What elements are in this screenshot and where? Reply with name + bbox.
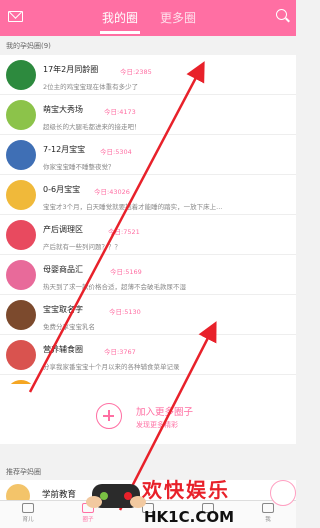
watermark-url: HK1C.COM — [144, 508, 235, 526]
recommended-name: 学前教育 — [42, 490, 77, 500]
circle-latest-post: 分享我家番宝宝十个月以来的各种辅食菜单记录 — [43, 363, 180, 371]
circle-row[interactable]: 17年2月同龄圈 今日:2385 2位主的鸡宝宝现在体重有多少了 — [0, 55, 296, 95]
circle-name: 17年2月同龄圈 — [43, 65, 99, 74]
circle-name: 营养辅食圈 — [43, 345, 83, 354]
circle-latest-post: 你家宝宝睡不睡整夜觉？ — [43, 163, 115, 171]
circle-latest-post: 产后就有一些列问题？？？ — [43, 243, 121, 251]
home-icon — [22, 503, 34, 513]
circle-latest-post: 宝宝才3个月，白天睡觉就要抱着才能睡的踏实，一放下床上... — [43, 203, 223, 211]
add-more-title[interactable]: 加入更多圈子 — [136, 404, 193, 418]
top-bar: 我的圈 更多圈 — [0, 0, 296, 36]
circle-list: 17年2月同龄圈 今日:2385 2位主的鸡宝宝现在体重有多少了 萌宝大秀场 今日:41… — [0, 55, 296, 415]
circle-today-count: 今日:3767 — [104, 348, 136, 356]
circle-name: 宝宝取名字 — [43, 305, 83, 314]
circle-today-count: 今日:5130 — [109, 308, 141, 316]
circle-today-count: 今日:2385 — [120, 68, 152, 76]
add-more-circles[interactable]: 加入更多圈子 发现更多精彩 — [0, 384, 296, 444]
tab-more-circles[interactable]: 更多圈 — [160, 9, 196, 26]
circle-name: 萌宝大秀场 — [43, 105, 83, 114]
circle-avatar — [6, 340, 36, 370]
add-more-subtitle: 发现更多精彩 — [136, 421, 178, 429]
game-controller-icon — [86, 484, 146, 508]
watermark: 欢快娱乐 HK1C.COM — [86, 466, 266, 528]
active-tab-indicator — [100, 31, 140, 34]
my-circles-section-title: 我的孕妈圈(9) — [0, 36, 296, 54]
circle-row[interactable]: 0-6月宝宝 今日:43026 宝宝才3个月，白天睡觉就要抱着才能睡的踏实，一放下床… — [0, 175, 296, 215]
circle-row[interactable]: 营养辅食圈 今日:3767 分享我家番宝宝十个月以来的各种辅食菜单记录 — [0, 335, 296, 375]
circle-avatar — [6, 60, 36, 90]
circle-avatar — [6, 180, 36, 210]
circle-name: 7-12月宝宝 — [43, 145, 86, 154]
circle-avatar — [6, 260, 36, 290]
watermark-brand: 欢快娱乐 — [142, 478, 230, 502]
circle-row[interactable]: 7-12月宝宝 今日:5304 你家宝宝睡不睡整夜觉？ — [0, 135, 296, 175]
search-icon[interactable] — [276, 9, 290, 23]
circle-latest-post: 超级长的大腿毛都进来的接走吧！ — [43, 123, 141, 131]
circle-name: 产后调理区 — [43, 225, 83, 234]
circle-name: 0-6月宝宝 — [43, 185, 81, 194]
circle-name: 母婴商品汇 — [43, 265, 83, 274]
circle-row[interactable]: 宝宝取名字 今日:5130 免费分享宝宝乳名 — [0, 295, 296, 335]
circle-today-count: 今日:5169 — [110, 268, 142, 276]
circle-row[interactable]: 产后调理区 今日:7521 产后就有一些列问题？？？ — [0, 215, 296, 255]
circle-avatar — [6, 140, 36, 170]
circle-today-count: 今日:5304 — [100, 148, 132, 156]
circle-row[interactable]: 萌宝大秀场 今日:4173 超级长的大腿毛都进来的接走吧！ — [0, 95, 296, 135]
mail-icon[interactable] — [8, 11, 23, 22]
nav-parenting[interactable]: 育儿 — [8, 503, 48, 523]
circle-today-count: 今日:7521 — [108, 228, 140, 236]
circle-latest-post: 2位主的鸡宝宝现在体重有多少了 — [43, 83, 139, 91]
circle-latest-post: 免费分享宝宝乳名 — [43, 323, 95, 331]
circle-today-count: 今日:4173 — [104, 108, 136, 116]
tab-my-circles[interactable]: 我的圈 — [102, 9, 138, 26]
float-button[interactable] — [270, 480, 296, 506]
plus-icon[interactable] — [96, 403, 122, 429]
circle-today-count: 今日:43026 — [94, 188, 130, 196]
circle-latest-post: 热天到了求一款价格合适，超薄不会破毛款尿不湿 — [43, 283, 186, 291]
circle-avatar — [6, 100, 36, 130]
circle-avatar — [6, 300, 36, 330]
circle-avatar — [6, 220, 36, 250]
circle-row[interactable]: 母婴商品汇 今日:5169 热天到了求一款价格合适，超薄不会破毛款尿不湿 — [0, 255, 296, 295]
